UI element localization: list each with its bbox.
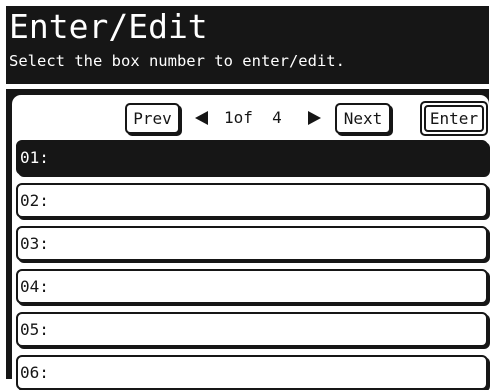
next-button[interactable]: Next: [335, 103, 391, 134]
page-instruction: Select the box number to enter/edit.: [9, 52, 345, 70]
box-item-05[interactable]: 05:: [16, 312, 488, 347]
screen-header: Enter/Edit Select the box number to ente…: [6, 6, 489, 84]
arrow-right-icon: [308, 111, 321, 125]
box-item-01[interactable]: 01:: [16, 140, 488, 175]
box-item-04[interactable]: 04:: [16, 269, 488, 304]
enter-button-label: Enter: [424, 105, 484, 132]
box-item-06[interactable]: 06:: [16, 355, 488, 390]
box-item-02[interactable]: 02:: [16, 183, 488, 218]
prev-button[interactable]: Prev: [125, 103, 180, 134]
box-item-03[interactable]: 03:: [16, 226, 488, 261]
page-indicator: 1of 4: [224, 108, 282, 127]
enter-button[interactable]: Enter: [420, 101, 488, 136]
arrow-left-icon: [195, 111, 208, 125]
box-list-area: Prev 1of 4 Next Enter 01: 02: 03: 04: 05…: [12, 95, 489, 390]
page-title: Enter/Edit: [9, 7, 208, 46]
box-list-panel: Prev 1of 4 Next Enter 01: 02: 03: 04: 05…: [6, 89, 489, 390]
